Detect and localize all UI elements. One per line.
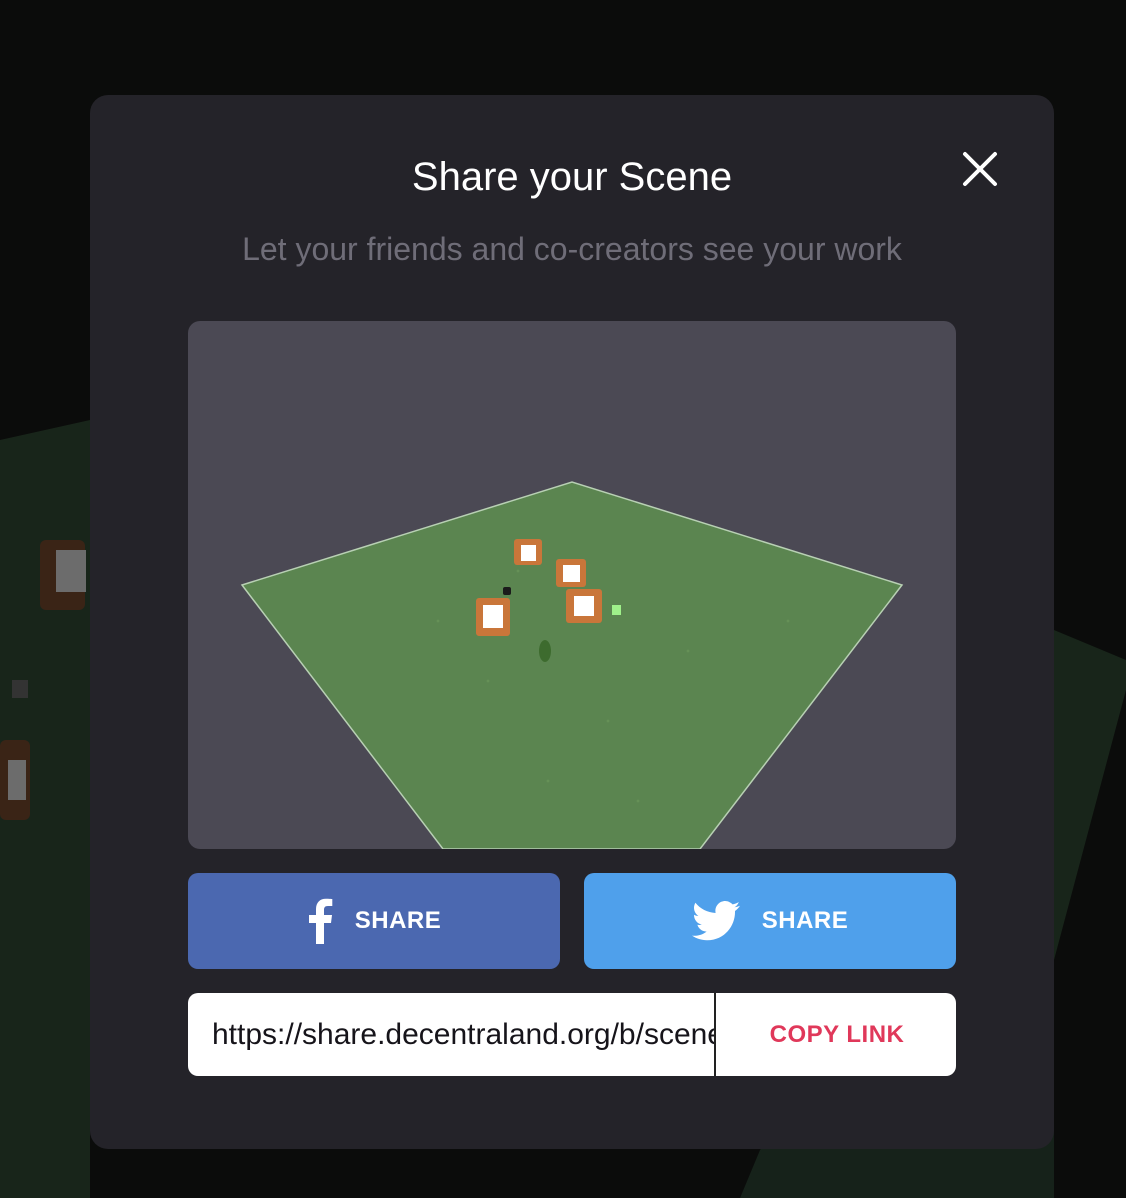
close-icon [963, 152, 997, 186]
share-link-box: COPY LINK [188, 993, 956, 1076]
share-modal: Share your Scene Let your friends and co… [90, 95, 1054, 1149]
frame-object-4 [476, 598, 510, 636]
frame-object-2 [556, 559, 586, 587]
scene-render [240, 481, 904, 849]
frame-object-1 [514, 539, 542, 565]
modal-title: Share your Scene [411, 155, 733, 199]
twitter-share-label: SHARE [761, 907, 849, 934]
facebook-share-label: SHARE [354, 907, 442, 934]
twitter-icon [691, 901, 740, 941]
facebook-icon [307, 898, 333, 944]
copy-link-button[interactable]: COPY LINK [718, 993, 956, 1076]
frame-object-3 [566, 589, 602, 623]
modal-subtitle: Let your friends and co-creators see you… [242, 231, 902, 267]
scene-thumbnail [188, 321, 956, 849]
share-link-input[interactable] [188, 993, 716, 1076]
facebook-share-button[interactable]: SHARE [188, 873, 560, 969]
twitter-share-button[interactable]: SHARE [584, 873, 956, 969]
close-button[interactable] [960, 149, 1000, 189]
